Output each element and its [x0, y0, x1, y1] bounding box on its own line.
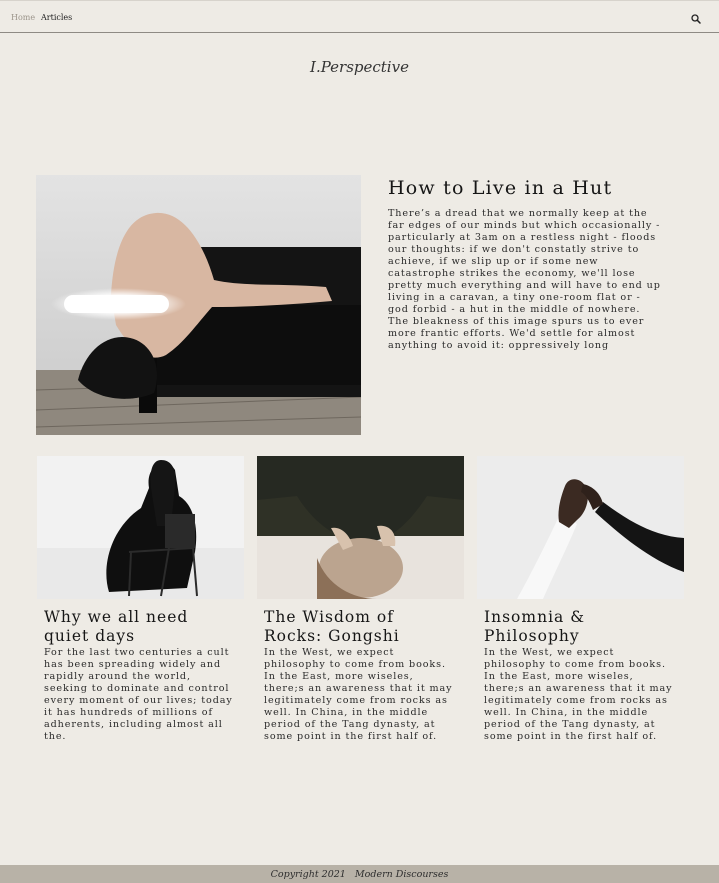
feature-article-title[interactable]: How to Live in a Hut [388, 177, 688, 199]
feature-article-excerpt: There’s a dread that we normally keep at… [388, 208, 661, 351]
article-card-image[interactable] [257, 456, 464, 599]
site-title: I.Perspective [310, 58, 409, 76]
article-card-excerpt: For the last two centuries a cult has be… [44, 647, 233, 742]
nav-link-home[interactable]: Home [11, 13, 35, 22]
footer-copyright: Copyright 2021 Modern Discourses [0, 865, 719, 883]
article-card-title[interactable]: The Wisdom of Rocks: Gongshi [264, 608, 454, 646]
nav-link-articles[interactable]: Articles [41, 13, 72, 22]
article-card-excerpt: In the West, we expect philosophy to com… [264, 647, 453, 742]
article-card[interactable]: Why we all need quiet days For the last … [37, 456, 245, 743]
article-card-image[interactable] [37, 456, 244, 599]
article-card-excerpt: In the West, we expect philosophy to com… [484, 647, 673, 742]
feature-article-image[interactable] [36, 175, 361, 435]
search-icon[interactable] [690, 13, 702, 25]
article-card[interactable]: The Wisdom of Rocks: Gongshi In the West… [257, 456, 465, 743]
top-nav-bar: Home Articles [0, 0, 719, 33]
article-card-title[interactable]: Why we all need quiet days [44, 608, 234, 646]
article-card[interactable]: Insomnia & Philosophy In the West, we ex… [477, 456, 685, 743]
article-card-title[interactable]: Insomnia & Philosophy [484, 608, 674, 646]
article-card-image[interactable] [477, 456, 684, 599]
